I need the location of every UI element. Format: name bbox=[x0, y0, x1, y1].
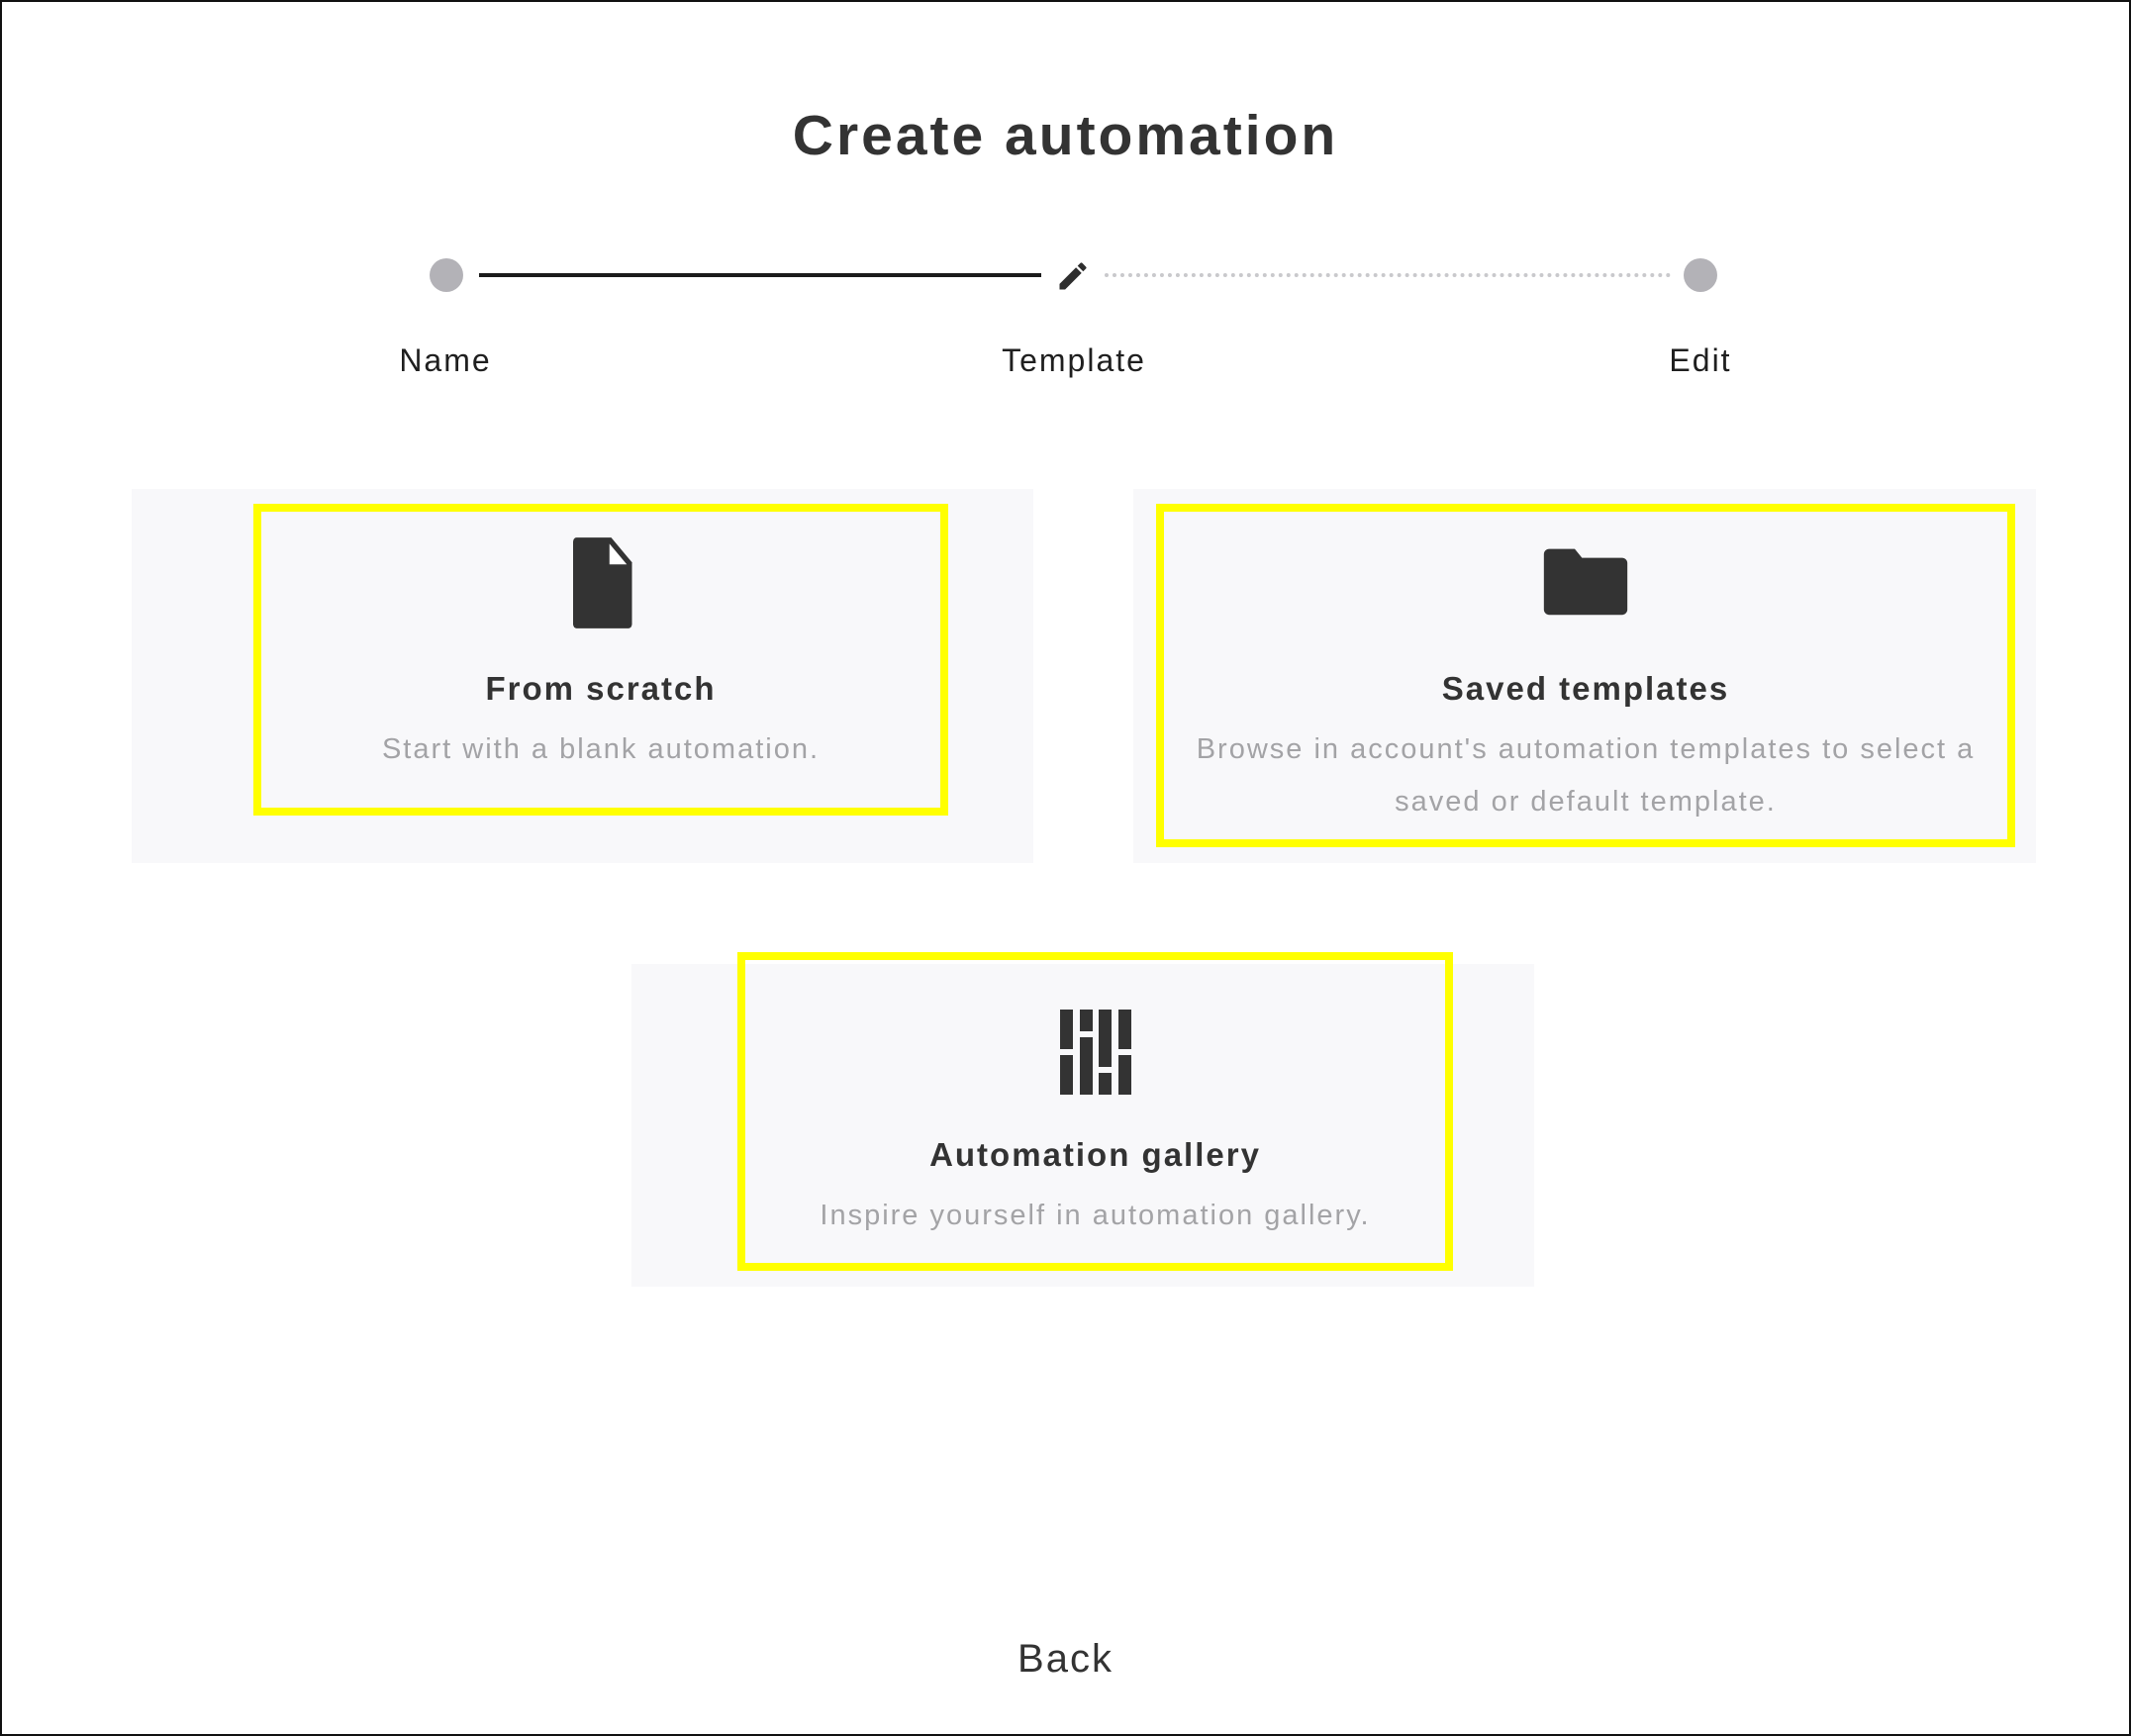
step-label-edit: Edit bbox=[1669, 342, 1732, 378]
step-name-dot bbox=[430, 258, 463, 292]
step-connector-completed bbox=[479, 273, 1041, 277]
saved-templates-card[interactable]: Saved templates Browse in account's auto… bbox=[1156, 504, 2015, 847]
automation-gallery-card[interactable]: Automation gallery Inspire yourself in a… bbox=[737, 952, 1453, 1271]
saved-templates-description: Browse in account's automation templates… bbox=[1196, 733, 1976, 818]
step-label-template: Template bbox=[1002, 342, 1146, 378]
step-label-name: Name bbox=[399, 342, 492, 378]
back-button[interactable]: Back bbox=[967, 1637, 1165, 1682]
file-icon bbox=[573, 537, 632, 628]
from-scratch-title: From scratch bbox=[485, 670, 717, 707]
automation-gallery-title: Automation gallery bbox=[929, 1136, 1261, 1173]
folder-icon bbox=[1543, 548, 1628, 616]
pencil-icon bbox=[1059, 262, 1087, 290]
step-edit-dot bbox=[1684, 258, 1717, 292]
from-scratch-description: Start with a blank automation. bbox=[381, 733, 821, 765]
gallery-icon bbox=[1059, 1010, 1131, 1095]
step-connector-pending bbox=[1105, 273, 1671, 277]
dialog-frame: Create automation Name Template Edit Fro… bbox=[0, 0, 2131, 1736]
saved-templates-title: Saved templates bbox=[1441, 670, 1730, 707]
automation-gallery-description: Inspire yourself in automation gallery. bbox=[820, 1200, 1371, 1231]
from-scratch-card[interactable]: From scratch Start with a blank automati… bbox=[253, 504, 948, 816]
stepper: Name Template Edit bbox=[2, 2, 2131, 418]
